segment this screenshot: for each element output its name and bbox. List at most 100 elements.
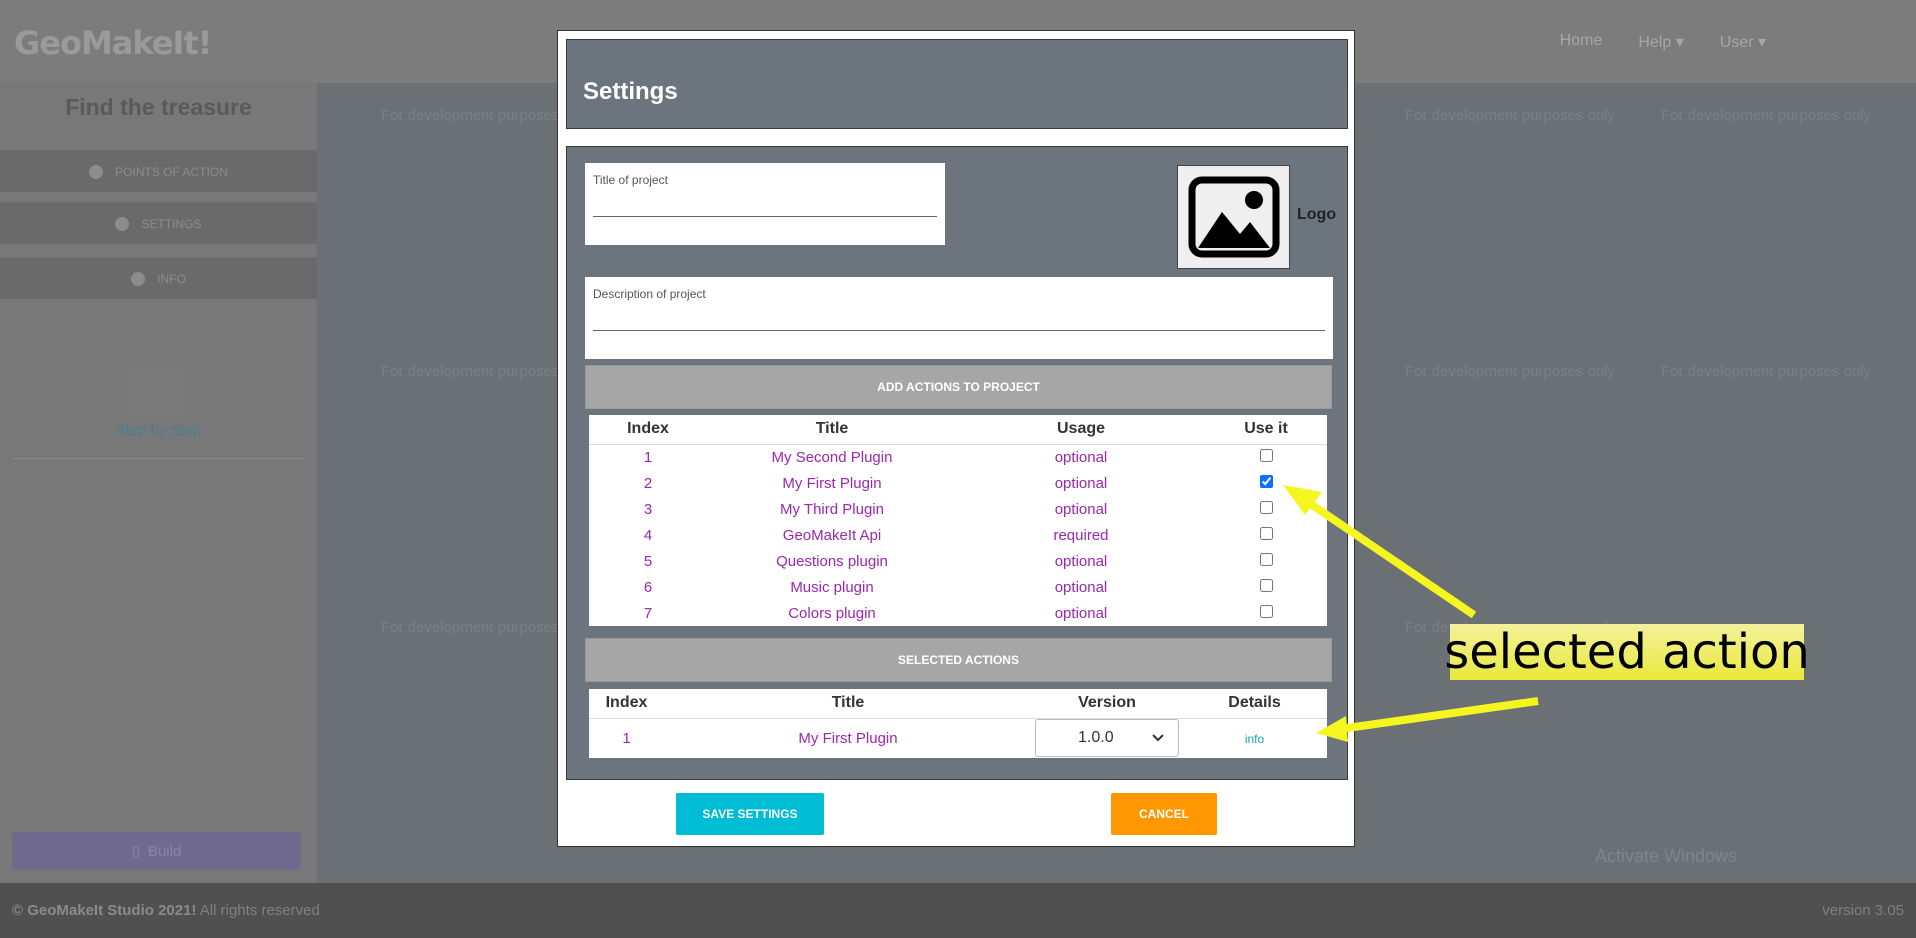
- use-it-cell: [1205, 444, 1327, 470]
- row-title: My First Plugin: [798, 729, 898, 747]
- column-header: Index: [589, 415, 707, 445]
- info-link[interactable]: info: [1245, 732, 1264, 746]
- row-index: 4: [643, 526, 653, 544]
- use-it-cell: [1205, 600, 1327, 626]
- title-field-underline: [593, 216, 937, 217]
- map-watermark: For development purposes only: [1405, 363, 1616, 380]
- use-it-checkbox[interactable]: [1259, 500, 1273, 514]
- footer: © GeoMakeIt Studio 2021! All rights rese…: [0, 883, 1916, 938]
- version-cell: 1.0.0: [1032, 718, 1182, 758]
- row-index: 1: [622, 729, 631, 747]
- project-title: Find the treasure: [65, 94, 252, 120]
- selected-actions-bar: SELECTED ACTIONS: [585, 638, 1332, 682]
- sidebar-item-settings[interactable]: SETTINGS: [0, 202, 317, 244]
- use-it-cell: [1205, 574, 1327, 600]
- use-it-checkbox[interactable]: [1259, 448, 1273, 462]
- column-header: Use it: [1205, 415, 1327, 445]
- version-select[interactable]: 1.0.0: [1035, 719, 1179, 758]
- details-cell: info: [1182, 718, 1327, 758]
- build-button[interactable]: ▯ Build: [12, 832, 301, 870]
- map-watermark: For development purposes only: [1405, 107, 1616, 124]
- nav-home[interactable]: Home: [1560, 32, 1603, 52]
- info-icon: [131, 271, 146, 286]
- row-title: My Third Plugin: [780, 500, 884, 518]
- sidebar-item-label: INFO: [157, 271, 186, 286]
- use-it-cell: [1205, 470, 1327, 496]
- actions-table: Index Title Usage Use it 1 My Second Plu…: [589, 415, 1327, 626]
- build-label: Build: [147, 842, 182, 860]
- table-row: 3 My Third Plugin optional: [589, 496, 1327, 522]
- use-it-checkbox[interactable]: [1259, 474, 1273, 488]
- settings-modal: Settings Title of project Logo Descripti…: [557, 30, 1355, 847]
- use-it-cell: [1205, 522, 1327, 548]
- annotation-label: selected action: [1444, 624, 1810, 680]
- title-field-label: Title of project: [593, 173, 668, 187]
- table-row: 1 My Second Plugin optional: [589, 444, 1327, 470]
- sidebar-item-label: POINTS OF ACTION: [115, 164, 228, 179]
- title-field[interactable]: Title of project: [585, 163, 945, 245]
- copyright: © GeoMakeIt Studio 2021! All rights rese…: [12, 902, 320, 919]
- row-index: 3: [643, 500, 653, 518]
- row-title: My Second Plugin: [771, 448, 893, 466]
- use-it-checkbox[interactable]: [1259, 526, 1273, 540]
- logo-upload[interactable]: [1177, 165, 1290, 269]
- row-index: 2: [643, 474, 653, 492]
- mascot-icon: [128, 362, 184, 418]
- use-it-cell: [1205, 496, 1327, 522]
- nav-user-label: User: [1719, 34, 1754, 51]
- brand-logo[interactable]: GeoMakeIt!: [14, 24, 212, 62]
- modal-header: Settings: [566, 39, 1348, 129]
- row-index: 5: [643, 552, 653, 570]
- copyright-rest: All rights reserved: [196, 902, 320, 919]
- sidebar-item-info[interactable]: INFO: [0, 257, 317, 299]
- row-index: 7: [643, 604, 653, 622]
- phone-icon: ▯: [131, 843, 140, 860]
- sidebar-item-points-of-action[interactable]: POINTS OF ACTION: [0, 150, 317, 192]
- description-field-underline: [593, 330, 1325, 331]
- use-it-checkbox[interactable]: [1259, 578, 1273, 592]
- nav-user[interactable]: User ▾: [1720, 32, 1766, 52]
- column-header: Usage: [957, 415, 1205, 445]
- row-usage: optional: [1054, 578, 1108, 596]
- table-row: 5 Questions plugin optional: [589, 548, 1327, 574]
- save-settings-button[interactable]: SAVE SETTINGS: [676, 793, 824, 835]
- map-watermark: For development purposes only: [1661, 107, 1872, 124]
- activate-windows-text: Activate Windows: [1595, 846, 1738, 866]
- row-usage: optional: [1054, 474, 1108, 492]
- table-row: 1 My First Plugin 1.0.0 info: [589, 718, 1327, 758]
- row-index: 1: [643, 448, 653, 466]
- use-it-cell: [1205, 548, 1327, 574]
- row-usage: optional: [1054, 448, 1108, 466]
- column-header: Index: [589, 689, 664, 719]
- selected-actions-table: Index Title Version Details 1 My First P…: [589, 689, 1327, 758]
- row-title: Questions plugin: [776, 552, 888, 570]
- use-it-checkbox[interactable]: [1259, 604, 1273, 618]
- step-by-step-link[interactable]: Step by Step: [0, 422, 317, 439]
- image-icon: [1188, 176, 1279, 258]
- divider: [12, 458, 305, 459]
- table-row: 2 My First Plugin optional: [589, 470, 1327, 496]
- modal-title: Settings: [583, 78, 678, 105]
- map-pin-icon: [89, 164, 104, 179]
- column-header: Details: [1182, 689, 1327, 719]
- actions-table-header: Index Title Usage Use it: [589, 415, 1327, 445]
- sidebar-item-label: SETTINGS: [141, 216, 202, 231]
- column-header: Version: [1032, 689, 1182, 719]
- logo-label: Logo: [1297, 206, 1337, 223]
- row-usage: required: [1053, 526, 1109, 544]
- nav-help[interactable]: Help ▾: [1638, 32, 1683, 52]
- use-it-checkbox[interactable]: [1259, 552, 1273, 566]
- row-index: 6: [643, 578, 653, 596]
- row-title: GeoMakeIt Api: [782, 526, 882, 544]
- description-field-label: Description of project: [593, 287, 706, 301]
- gear-icon: [115, 216, 130, 231]
- cancel-button[interactable]: CANCEL: [1111, 793, 1217, 835]
- row-usage: optional: [1054, 552, 1108, 570]
- add-actions-button[interactable]: ADD ACTIONS TO PROJECT: [585, 365, 1332, 409]
- column-header: Title: [707, 415, 957, 445]
- row-title: My First Plugin: [782, 474, 882, 492]
- row-title: Music plugin: [790, 578, 874, 596]
- selected-table-header: Index Title Version Details: [589, 689, 1327, 719]
- version-value: 1.0.0: [1078, 729, 1114, 747]
- description-field[interactable]: Description of project: [585, 277, 1333, 359]
